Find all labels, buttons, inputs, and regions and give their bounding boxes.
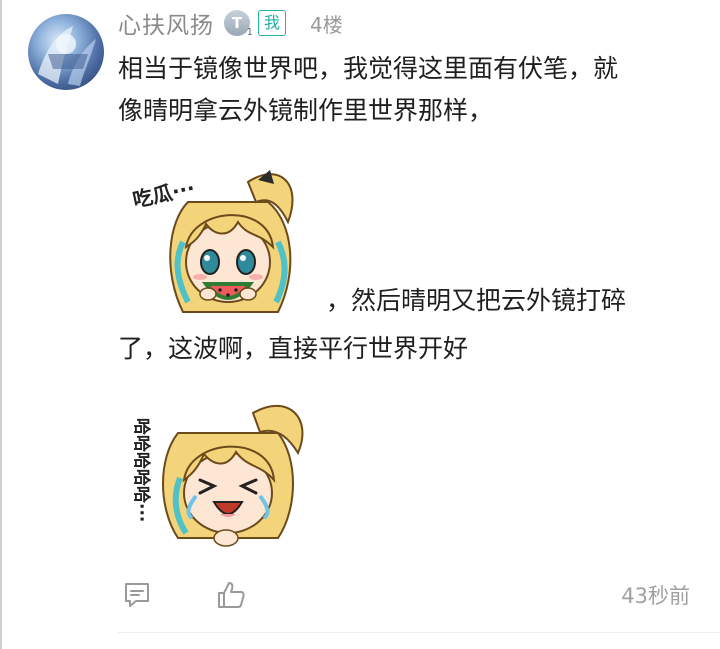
thumbs-up-icon[interactable] [214,578,248,612]
level-number: 1 [246,27,253,38]
post-time: 43秒前 [621,584,690,608]
floor-number: 4楼 [310,12,343,37]
comment-text-line-1: 相当于镜像世界吧，我觉得这里面有伏笔，就 [118,54,619,83]
username[interactable]: 心扶风扬 [118,6,214,40]
level-letter: T [231,14,243,32]
comment-text-line-4: 了，这波啊，直接平行世界开好 [118,334,469,363]
avatar[interactable] [28,14,104,90]
divider [118,632,720,633]
laughing-sticker[interactable]: 哈哈哈哈哈··· [128,388,318,558]
comment-header: 心扶风扬 T 1 我 4楼 [118,6,343,40]
level-badge: T 1 [224,10,253,38]
eating-watermelon-sticker[interactable]: 吃瓜··· [128,162,318,332]
comment-text-line-3: ，然后晴明又把云外镜打碎 [326,286,627,315]
left-border [0,0,2,649]
sticker-caption-laughing: 哈哈哈哈哈··· [131,418,152,522]
me-tag: 我 [258,10,287,36]
comment-text-line-2: 像晴明拿云外镜制作里世界那样， [118,96,494,125]
comment-footer: 43秒前 [0,570,720,620]
comment-icon[interactable] [120,578,154,612]
